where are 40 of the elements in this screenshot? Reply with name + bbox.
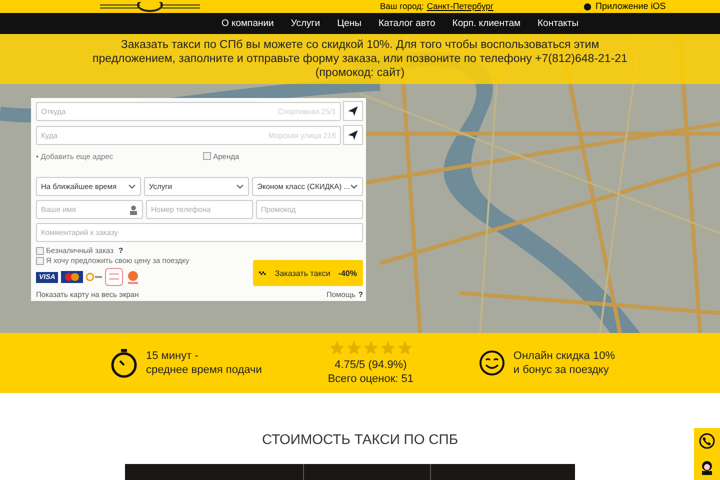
chevron-down-icon: [128, 184, 136, 189]
circle-logo-icon: [86, 272, 102, 282]
bank-logo-icon: [105, 268, 124, 286]
feature-text: среднее время подачи: [146, 363, 262, 377]
checkbox[interactable]: [36, 246, 44, 254]
feature-text: и бонус за поездку: [513, 363, 610, 377]
checkbox[interactable]: [36, 256, 44, 264]
feature-text: 4.75/5 (94.9%): [334, 358, 407, 372]
logo-icon[interactable]: [100, 2, 200, 12]
nav-link[interactable]: О компании: [221, 18, 274, 29]
star-icon: [328, 340, 345, 356]
operator-icon[interactable]: [699, 459, 715, 475]
star-rating[interactable]: [328, 340, 413, 356]
checkbox[interactable]: [203, 152, 212, 160]
feature-text: 15 минут -: [146, 349, 200, 363]
app-link[interactable]: Приложение iOS: [595, 1, 666, 12]
nav-link[interactable]: Цены: [337, 18, 362, 29]
city-label: Ваш город:: [380, 1, 424, 12]
chevron-down-icon: [350, 184, 358, 189]
person-icon: [129, 204, 138, 214]
checker-icon: [259, 270, 267, 276]
order-taxi-button[interactable]: Заказать такси -40%: [253, 260, 363, 286]
feature-text: Всего оценок: 51: [328, 372, 414, 386]
city-link[interactable]: Санкт-Петербург: [426, 1, 494, 12]
star-icon: [346, 340, 362, 356]
chevron-down-icon: [236, 184, 244, 189]
nav-link[interactable]: Корп. клиентам: [452, 18, 521, 29]
promo-banner: Заказать такси по СПб вы можете со скидкой 10%. Для того чтобы воспользоваться этим предложением, заполните и отправьте форму заказа, или позвоните по телефону +7(812)648-21-21 (промокод: сайт): [0, 34, 720, 84]
nav-link[interactable]: Услуги: [290, 18, 320, 29]
section-title: СТОИМОСТЬ ТАКСИ ПО СПБ: [262, 431, 458, 447]
card-logo-icon: [61, 271, 84, 283]
star-icon: [396, 340, 413, 356]
stopwatch-icon: [110, 348, 138, 378]
star-icon: [362, 340, 379, 356]
nav-link[interactable]: Контакты: [538, 18, 579, 29]
nav-link[interactable]: Каталог авто: [378, 18, 436, 29]
star-icon: [380, 340, 396, 356]
smiley-icon: [479, 350, 506, 376]
phone-icon[interactable]: [699, 433, 715, 449]
feature-text: Онлайн скидка 10%: [513, 349, 615, 363]
